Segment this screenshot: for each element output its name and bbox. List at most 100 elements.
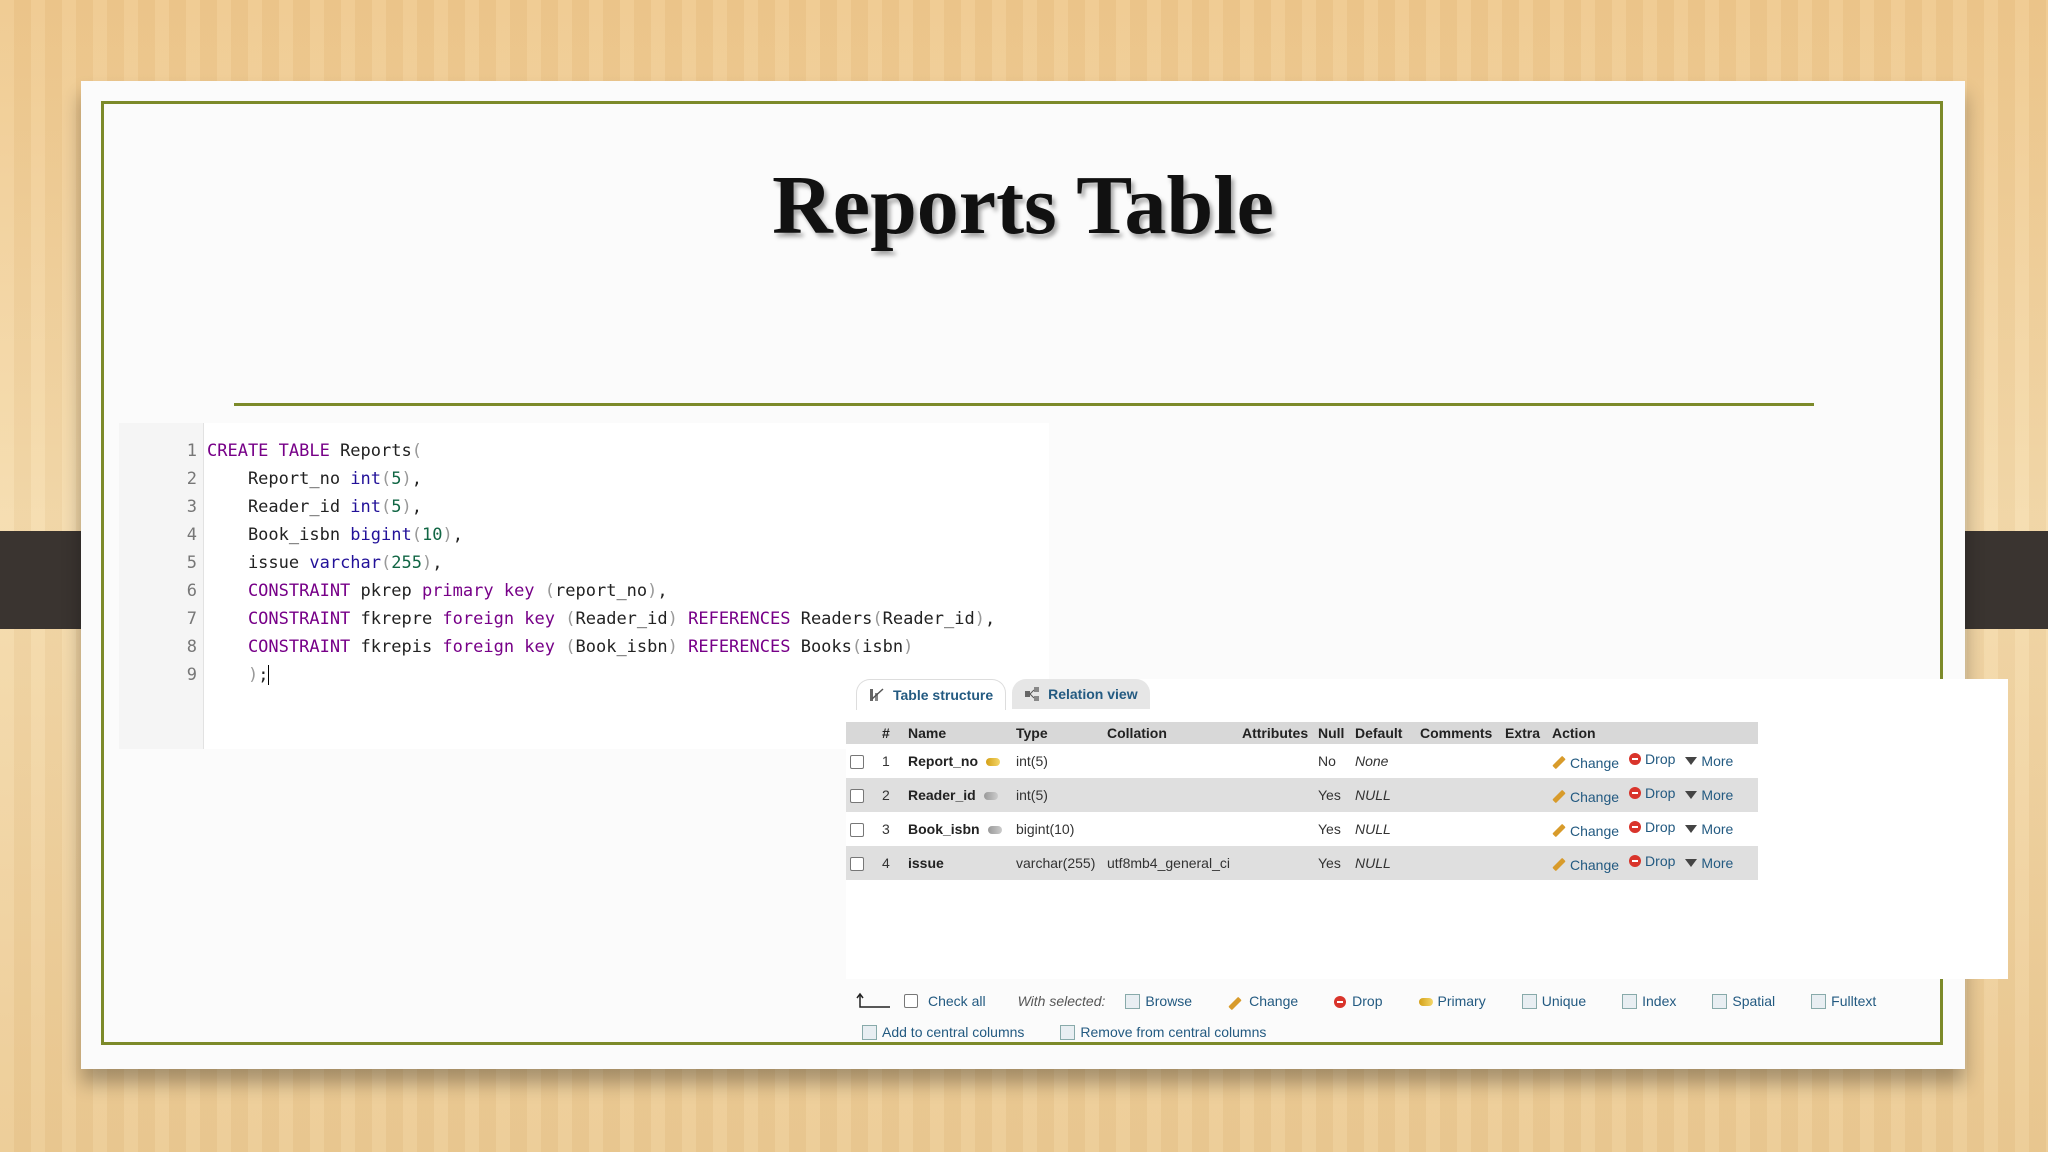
tab-table-structure[interactable]: Table structure [856,679,1007,710]
code-token: ) [421,553,433,573]
check-all-checkbox[interactable] [904,994,918,1008]
code-token: int [350,469,382,489]
bulk-spatial-button[interactable]: Spatial [1712,993,1775,1010]
remove-central-columns-button[interactable]: Remove from central columns [1060,1024,1266,1041]
code-token: Book_isbn [575,637,668,657]
drop-link[interactable]: Drop [1629,751,1675,767]
row-checkbox[interactable] [850,755,864,770]
change-link[interactable]: Change [1552,755,1619,771]
code-token: Books [790,637,852,657]
code-token: ( [872,609,883,629]
col-header-num: # [878,722,904,744]
drop-icon [1334,996,1347,1009]
code-line: 4 Book_isbn bigint(10), [119,521,995,549]
bulk-primary-button[interactable]: Primary [1418,993,1486,1009]
column-type: int(5) [1012,778,1103,812]
drop-link[interactable]: Drop [1629,853,1675,869]
col-header-null: Null [1314,722,1351,744]
bulk-primary-label: Primary [1437,993,1486,1009]
change-link[interactable]: Change [1552,823,1619,839]
code-token: , [657,581,668,601]
column-default: NULL [1351,778,1416,812]
bulk-drop-button[interactable]: Drop [1334,993,1383,1009]
column-name: Reader_id [904,778,1012,812]
more-dropdown[interactable]: More [1685,787,1733,803]
code-token: ) [401,497,412,517]
index-key-icon [987,826,1002,835]
pma-tabs: Table structure Relation view [856,679,1150,710]
browse-icon [1125,994,1141,1010]
bulk-unique-button[interactable]: Unique [1521,993,1586,1010]
code-token: ) [667,609,678,629]
check-all-label[interactable]: Check all [928,993,986,1009]
spatial-icon [1712,994,1728,1010]
column-null: Yes [1314,778,1351,812]
bulk-actions-bar: Check all With selected: Browse Change D… [846,987,2008,1015]
row-checkbox[interactable] [850,789,864,804]
table-row: 1 Report_no int(5) No None Change Drop More [846,744,1758,778]
code-token: , [432,553,443,573]
drop-link[interactable]: Drop [1629,819,1675,835]
change-link[interactable]: Change [1552,789,1619,805]
bulk-change-button[interactable]: Change [1228,993,1298,1011]
code-line: 2 Report_no int(5), [119,465,995,493]
code-token: pkrep [350,581,422,601]
text-cursor [268,665,270,685]
bulk-fulltext-label: Fulltext [1831,992,1877,1009]
columns-table: # Name Type Collation Attributes Null De… [846,722,1758,880]
fulltext-icon [1811,994,1827,1010]
drop-link[interactable]: Drop [1629,785,1675,801]
more-label: More [1701,821,1734,838]
add-central-columns-button[interactable]: Add to central columns [862,1024,1024,1041]
bulk-browse-button[interactable]: Browse [1125,993,1192,1010]
column-name-text: Book_isbn [908,821,980,837]
more-dropdown[interactable]: More [1685,821,1733,837]
code-token: ) [207,665,259,685]
bulk-index-label: Index [1642,992,1677,1009]
bulk-index-button[interactable]: Index [1622,993,1676,1010]
code-line: 6 CONSTRAINT pkrep primary key (report_n… [119,577,995,605]
code-token: CONSTRAINT [207,581,351,601]
row-actions: Change Drop More [1548,778,1758,812]
col-header-default: Default [1351,722,1416,744]
title-divider [234,403,1814,406]
code-token: REFERENCES [677,637,791,657]
pencil-icon [1552,790,1566,804]
column-name-text: Reader_id [908,787,976,803]
more-dropdown[interactable]: More [1685,855,1733,871]
bulk-fulltext-button[interactable]: Fulltext [1811,993,1876,1010]
code-token: issue [207,553,310,573]
remove-central-label: Remove from central columns [1080,1023,1267,1040]
code-token: Reports [329,441,412,461]
change-link[interactable]: Change [1552,857,1619,873]
row-number: 4 [878,846,904,880]
code-token: 255 [391,553,422,573]
line-number: 5 [186,553,197,573]
change-label: Change [1570,856,1620,873]
column-default: NULL [1351,846,1416,880]
code-token: Reader_id [575,609,668,629]
more-label: More [1701,753,1734,770]
code-line: 7 CONSTRAINT fkrepre foreign key (Reader… [119,605,995,633]
tab-relation-view[interactable]: Relation view [1012,679,1150,709]
code-token: ( [555,609,576,629]
code-line: 1 CREATE TABLE Reports( [119,437,995,465]
code-token: 10 [421,525,443,545]
row-checkbox[interactable] [850,857,864,872]
column-collation [1103,778,1238,812]
code-token: ( [411,441,422,461]
code-token: , [452,525,463,545]
columns-table-body: 1 Report_no int(5) No None Change Drop More 2 Rea… [846,744,1758,880]
row-number: 2 [878,778,904,812]
row-checkbox[interactable] [850,823,864,838]
column-collation: utf8mb4_general_ci [1103,846,1238,880]
more-dropdown[interactable]: More [1685,753,1733,769]
line-number: 7 [186,609,197,629]
drop-icon [1629,821,1642,834]
col-header-name[interactable]: Name [904,722,1012,744]
primary-key-icon [1418,998,1433,1007]
code-token: report_no [555,581,648,601]
remove-central-icon [1060,1025,1076,1041]
select-arrow-icon [856,992,890,1008]
primary-key-icon [986,758,1000,767]
